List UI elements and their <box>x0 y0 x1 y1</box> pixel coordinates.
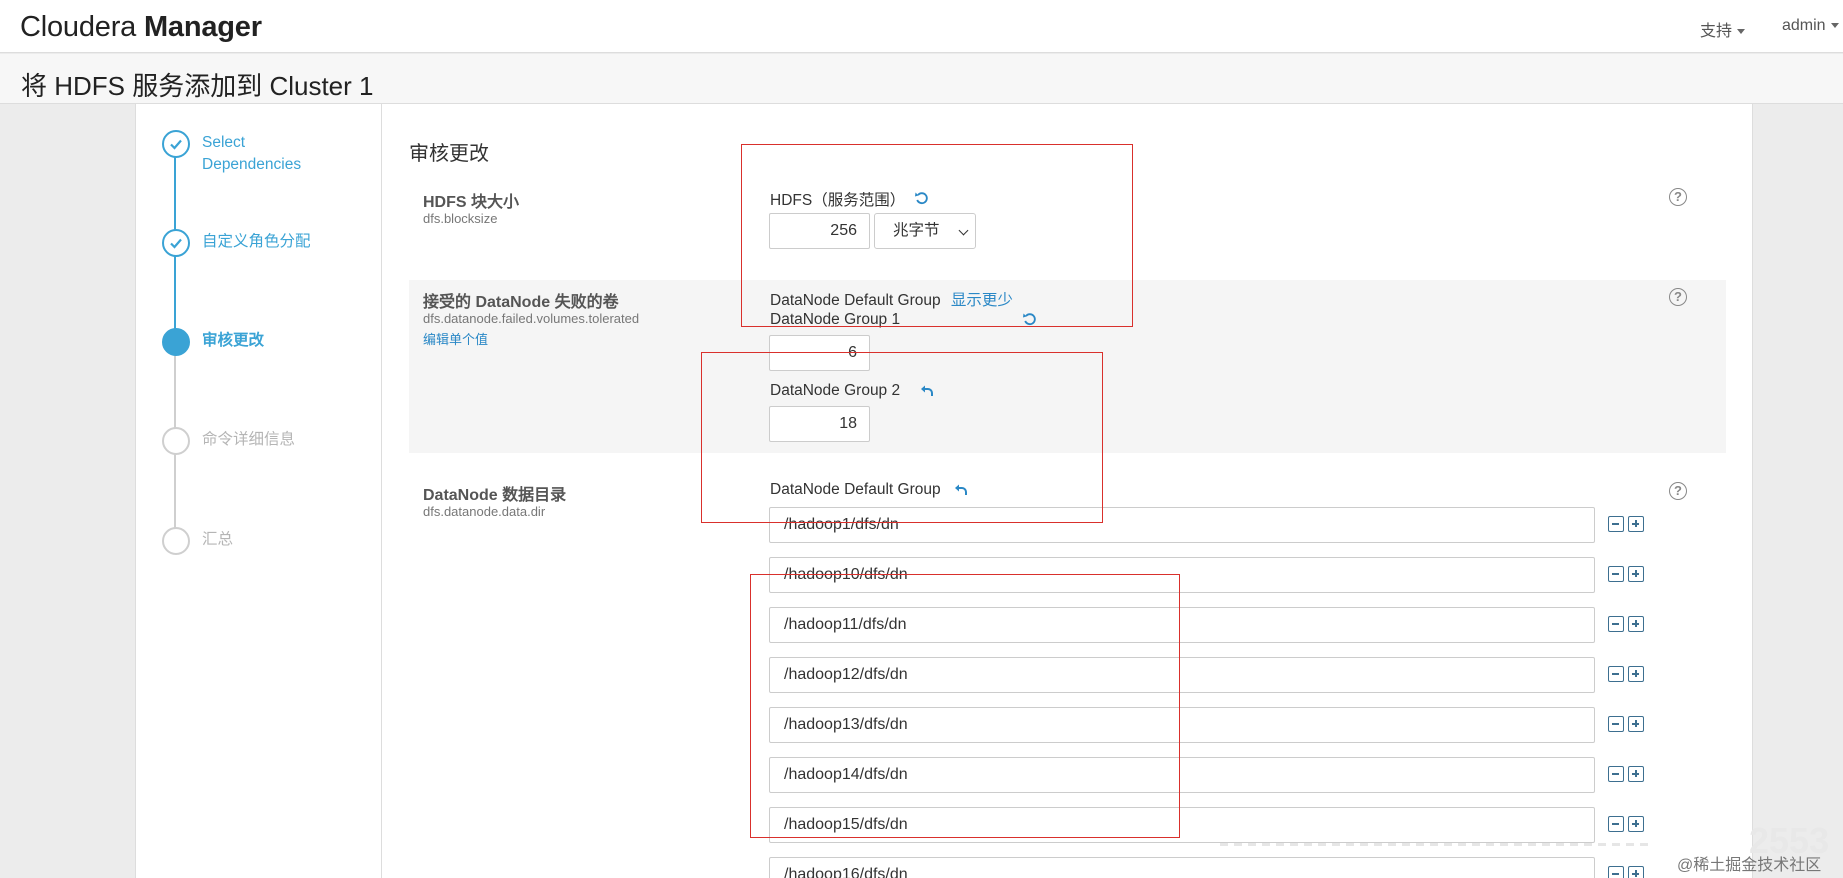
minus-icon[interactable] <box>1608 716 1624 732</box>
plus-icon[interactable] <box>1628 866 1644 878</box>
annotation-box <box>750 574 1180 838</box>
check-icon <box>162 229 190 257</box>
wizard-step-label: 自定义角色分配 <box>202 233 311 250</box>
edit-individual-values-link[interactable]: 编辑单个值 <box>423 329 488 348</box>
minus-icon[interactable] <box>1608 666 1624 682</box>
page-title: 将 HDFS 服务添加到 Cluster 1 <box>21 71 374 101</box>
wizard-step-label: Select Dependencies <box>202 134 302 173</box>
property-key: dfs.datanode.failed.volumes.tolerated <box>423 311 640 326</box>
property-key: dfs.datanode.data.dir <box>423 504 546 519</box>
plus-icon[interactable] <box>1628 516 1644 532</box>
plus-icon[interactable] <box>1628 566 1644 582</box>
plus-icon[interactable] <box>1628 816 1644 832</box>
section-title: 审核更改 <box>409 143 489 165</box>
support-menu-label: 支持 <box>1700 23 1733 40</box>
property-key: dfs.blocksize <box>423 211 498 226</box>
plus-icon[interactable] <box>1628 666 1644 682</box>
minus-icon[interactable] <box>1608 616 1624 632</box>
user-menu-label: admin <box>1782 17 1826 34</box>
plus-icon[interactable] <box>1628 766 1644 782</box>
wizard-step-label: 汇总 <box>202 531 234 548</box>
user-menu[interactable]: admin <box>1782 17 1839 35</box>
wizard-step-label: 审核更改 <box>202 332 265 349</box>
top-navbar: Cloudera Manager 支持 admin <box>0 0 1843 53</box>
pending-step-circle-icon <box>162 427 190 455</box>
wizard-step-label: 命令详细信息 <box>202 431 296 448</box>
annotation-box <box>741 144 1133 327</box>
data-dir-input[interactable]: /hadoop16/dfs/dn <box>769 857 1595 878</box>
caret-down-icon <box>1830 23 1839 29</box>
property-name: HDFS 块大小 <box>423 194 520 211</box>
minus-icon[interactable] <box>1608 816 1624 832</box>
minus-icon[interactable] <box>1608 766 1624 782</box>
data-dir-value: /hadoop16/dfs/dn <box>784 866 908 878</box>
caret-down-icon <box>1737 29 1746 35</box>
check-icon <box>162 130 190 158</box>
brand-name-bold: Manager <box>143 11 262 43</box>
watermark-text: @稀土掘金技术社区 <box>1677 857 1822 874</box>
wizard-steps: Select Dependencies 自定义角色分配 审核更改 命令详细信息 … <box>136 104 382 878</box>
plus-icon[interactable] <box>1628 716 1644 732</box>
pending-step-circle-icon <box>162 527 190 555</box>
help-icon[interactable]: ? <box>1669 288 1687 306</box>
help-icon[interactable]: ? <box>1669 482 1687 500</box>
property-name: DataNode 数据目录 <box>423 487 567 504</box>
brand-name-light: Cloudera <box>20 11 137 43</box>
page-title-bar: 将 HDFS 服务添加到 Cluster 1 <box>0 54 1843 104</box>
current-step-dot-icon <box>162 328 190 356</box>
property-name: 接受的 DataNode 失败的卷 <box>423 294 619 311</box>
minus-icon[interactable] <box>1608 866 1624 878</box>
annotation-box <box>701 352 1103 523</box>
help-icon[interactable]: ? <box>1669 188 1687 206</box>
minus-icon[interactable] <box>1608 516 1624 532</box>
watermark-strip <box>1220 843 1650 846</box>
brand-logo[interactable]: Cloudera Manager <box>20 11 262 44</box>
plus-icon[interactable] <box>1628 616 1644 632</box>
minus-icon[interactable] <box>1608 566 1624 582</box>
support-menu[interactable]: 支持 <box>1700 17 1746 41</box>
